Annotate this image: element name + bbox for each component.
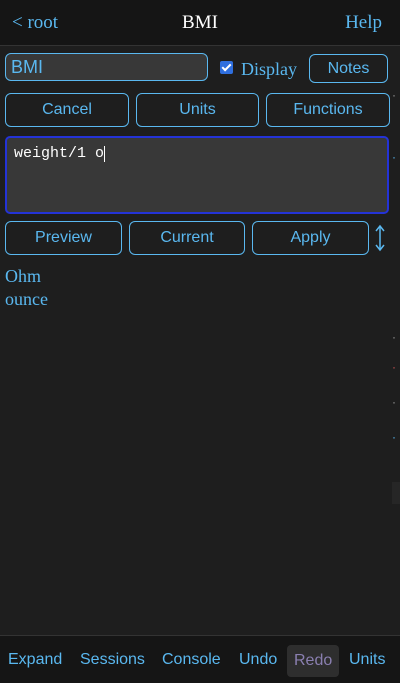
help-link[interactable]: Help [345, 12, 382, 34]
expression-text: weight/1 o [14, 145, 105, 162]
notes-button[interactable]: Notes [309, 54, 388, 83]
preview-button[interactable]: Preview [5, 221, 122, 255]
redo-button[interactable]: Redo [287, 645, 340, 677]
display-checkbox[interactable] [220, 61, 233, 74]
header-bar: < root BMI Help [0, 0, 400, 46]
function-name-input[interactable]: BMI [5, 53, 208, 81]
suggestion-item[interactable]: Ohm [5, 265, 48, 288]
footer-bar: Expand Sessions Console Undo Redo Units [0, 635, 400, 683]
expand-button[interactable]: Expand [8, 636, 62, 683]
console-button[interactable]: Console [162, 636, 221, 683]
current-button[interactable]: Current [129, 221, 245, 255]
suggestion-item[interactable]: ounce [5, 288, 48, 311]
undo-button[interactable]: Undo [239, 636, 277, 683]
cancel-button[interactable]: Cancel [5, 93, 129, 127]
display-checkbox-label[interactable]: Display [241, 59, 297, 80]
page-title: BMI [182, 12, 218, 33]
expression-editor[interactable]: weight/1 o [5, 136, 389, 214]
vertical-resize-arrow-icon[interactable] [373, 224, 387, 252]
functions-button[interactable]: Functions [266, 93, 390, 127]
units-footer-button[interactable]: Units [349, 636, 385, 683]
background-window-edge: · · · · · · [392, 0, 400, 683]
sessions-button[interactable]: Sessions [80, 636, 145, 683]
text-caret [104, 146, 106, 162]
unit-suggestion-list: Ohm ounce [5, 265, 48, 311]
units-button[interactable]: Units [136, 93, 259, 127]
background-window-bar [392, 482, 400, 504]
apply-button[interactable]: Apply [252, 221, 369, 255]
